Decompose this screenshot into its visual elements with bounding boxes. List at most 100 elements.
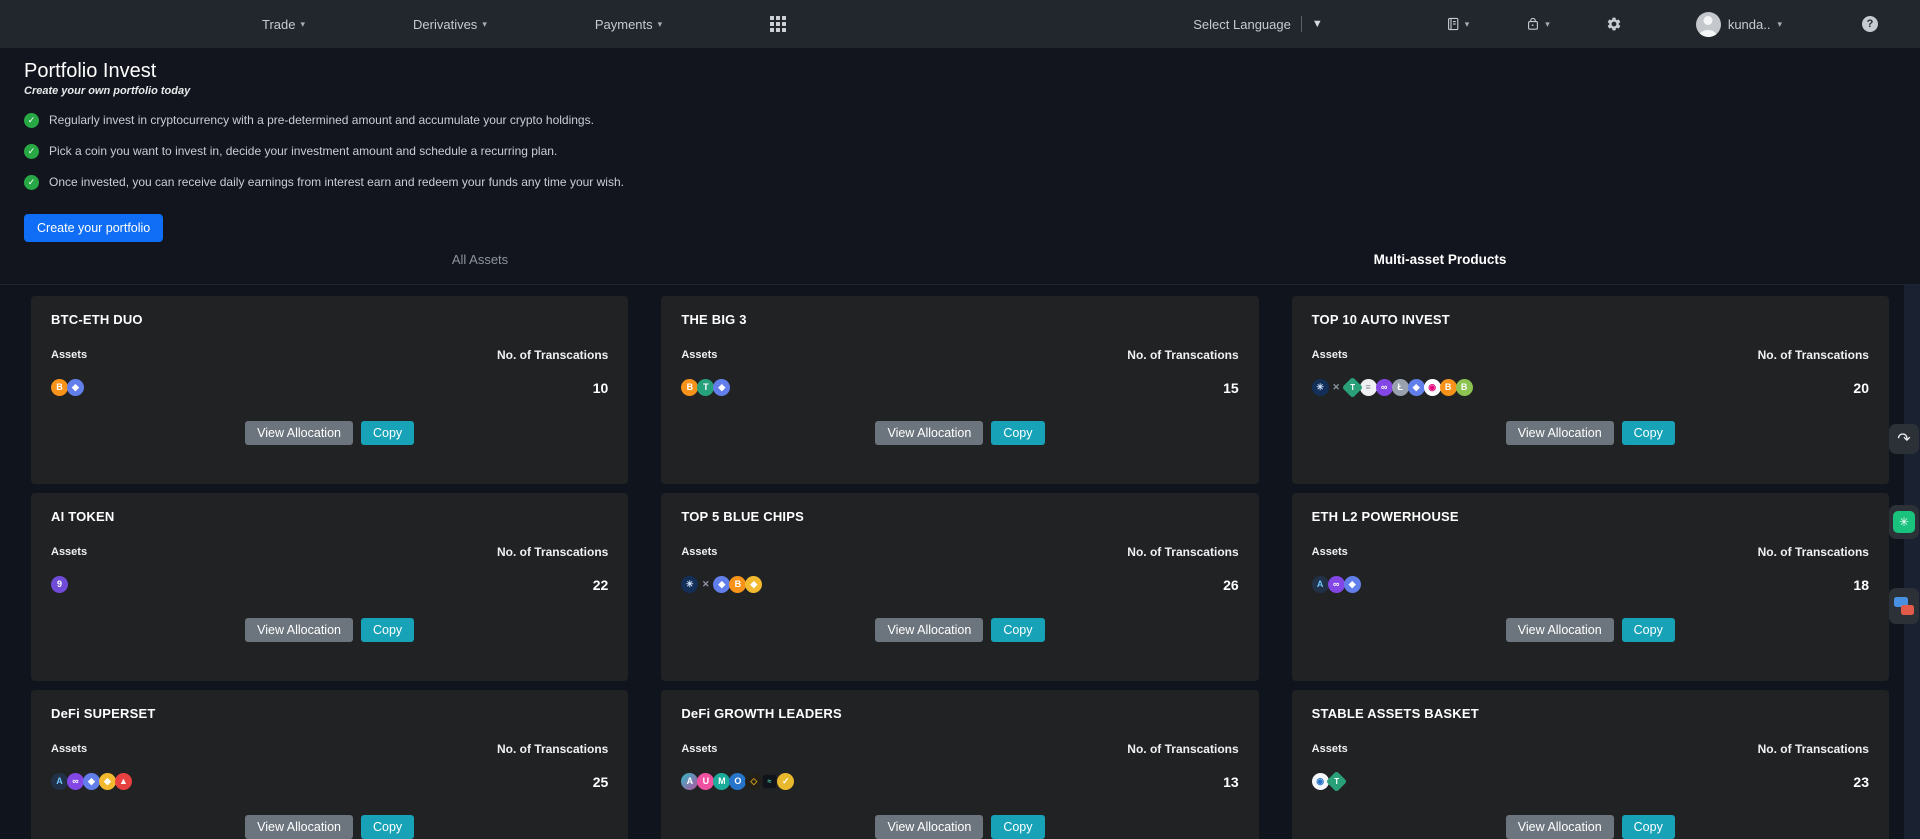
view-allocation-button[interactable]: View Allocation (245, 421, 353, 445)
assets-label: Assets (51, 743, 87, 755)
feature-bullet-text: Once invested, you can receive daily ear… (49, 175, 624, 189)
shopping-bag-icon (1525, 16, 1541, 32)
coin-icons: BT◆ (681, 379, 729, 396)
transactions-count: 18 (1853, 577, 1869, 593)
chatgpt-extension-button[interactable]: ✳ (1889, 505, 1919, 539)
coin-ltc-icon: Ł (1392, 379, 1409, 396)
coin-eth-icon: ◆ (713, 379, 730, 396)
card-title: TOP 10 AUTO INVEST (1312, 312, 1869, 327)
section-heading-multi-asset-products: Multi-asset Products (960, 252, 1920, 267)
portfolio-card: TOP 5 BLUE CHIPS Assets No. of Transcati… (661, 493, 1258, 681)
coin-aave-icon: A (681, 773, 698, 790)
coin-btc-icon: B (729, 576, 746, 593)
view-allocation-button[interactable]: View Allocation (1506, 815, 1614, 839)
coin-eth-icon: ◆ (83, 773, 100, 790)
transactions-label: No. of Transcations (1127, 545, 1238, 559)
coin-icons: ✳✕◆B◆ (681, 576, 761, 593)
portfolio-card: DeFi GROWTH LEADERS Assets No. of Transc… (661, 690, 1258, 839)
chevron-down-icon: ▾ (300, 20, 305, 29)
card-title: DeFi GROWTH LEADERS (681, 706, 1238, 721)
transactions-label: No. of Transcations (1758, 545, 1869, 559)
transactions-count: 26 (1223, 577, 1239, 593)
coin-uni-icon: U (697, 773, 714, 790)
page-title: Portfolio Invest (24, 60, 1896, 83)
create-portfolio-button[interactable]: Create your portfolio (24, 214, 163, 242)
nav-menu-payments-label: Payments (595, 17, 653, 32)
copy-button[interactable]: Copy (991, 815, 1044, 839)
user-menu[interactable]: kunda.. ▾ (1696, 12, 1782, 37)
user-name: kunda.. (1728, 17, 1771, 32)
coin-eth-icon: ◆ (1344, 576, 1361, 593)
coin-bnb-icon: ◆ (745, 576, 762, 593)
coin-bnb-icon: ◆ (99, 773, 116, 790)
assets-label: Assets (1312, 546, 1348, 558)
wallet-menu[interactable]: ▾ (1525, 16, 1550, 32)
coin-btc-icon: B (681, 379, 698, 396)
nav-menu-trade[interactable]: Trade ▾ (262, 17, 305, 32)
view-allocation-button[interactable]: View Allocation (1506, 421, 1614, 445)
view-allocation-button[interactable]: View Allocation (875, 618, 983, 642)
transactions-count: 20 (1853, 380, 1869, 396)
hero-section: Portfolio Invest Create your own portfol… (0, 48, 1920, 285)
view-allocation-button[interactable]: View Allocation (875, 421, 983, 445)
copy-button[interactable]: Copy (991, 618, 1044, 642)
nav-menu-derivatives[interactable]: Derivatives ▾ (413, 17, 487, 32)
feature-bullet-text: Regularly invest in cryptocurrency with … (49, 113, 594, 127)
transactions-label: No. of Transcations (497, 545, 608, 559)
settings-button[interactable] (1606, 16, 1622, 32)
transactions-label: No. of Transcations (1127, 348, 1238, 362)
view-allocation-button[interactable]: View Allocation (245, 815, 353, 839)
copy-button[interactable]: Copy (361, 815, 414, 839)
transactions-label: No. of Transcations (1758, 742, 1869, 756)
transactions-count: 15 (1223, 380, 1239, 396)
nav-menu-payments[interactable]: Payments ▾ (595, 17, 662, 32)
coin-icons: ◉T (1312, 773, 1344, 790)
orders-menu[interactable]: ▾ (1445, 16, 1470, 32)
language-selector-label: Select Language (1193, 17, 1291, 32)
portfolio-card: AI TOKEN Assets No. of Transcations 9 22… (31, 493, 628, 681)
apps-grid-icon[interactable] (770, 16, 786, 32)
coin-ada-icon: ✳ (681, 576, 698, 593)
chat-bubbles-icon (1894, 597, 1914, 615)
coin-matic-icon: ∞ (1376, 379, 1393, 396)
gear-icon (1606, 16, 1622, 32)
coin-icons: A∞◆◆▲ (51, 773, 131, 790)
transactions-label: No. of Transcations (1127, 742, 1238, 756)
chevron-down-icon: ▾ (1545, 20, 1550, 29)
copy-button[interactable]: Copy (1622, 618, 1675, 642)
coin-icons: A∞◆ (1312, 576, 1360, 593)
feature-bullet: ✓ Once invested, you can receive daily e… (24, 173, 1896, 191)
view-allocation-button[interactable]: View Allocation (245, 618, 353, 642)
copy-button[interactable]: Copy (1622, 421, 1675, 445)
portfolio-card: THE BIG 3 Assets No. of Transcations BT◆… (661, 296, 1258, 484)
coin-icons: AUMO◇≈✓ (681, 773, 793, 790)
copy-button[interactable]: Copy (991, 421, 1044, 445)
feature-bullet: ✓ Regularly invest in cryptocurrency wit… (24, 111, 1896, 129)
share-arrow-glyph: ↷ (1897, 429, 1910, 449)
share-arrow-icon[interactable]: ↷ (1889, 424, 1919, 454)
transactions-count: 25 (593, 774, 609, 790)
coin-grt-icon: 9 (51, 576, 68, 593)
view-allocation-button[interactable]: View Allocation (875, 815, 983, 839)
assets-label: Assets (681, 349, 717, 361)
copy-button[interactable]: Copy (1622, 815, 1675, 839)
page-subtitle: Create your own portfolio today (24, 85, 1896, 97)
copy-button[interactable]: Copy (361, 421, 414, 445)
card-title: STABLE ASSETS BASKET (1312, 706, 1869, 721)
language-selector[interactable]: Select Language ▼ (1193, 16, 1322, 32)
chatgpt-icon: ✳ (1893, 511, 1915, 533)
copy-button[interactable]: Copy (361, 618, 414, 642)
chevron-down-icon: ▾ (1465, 20, 1470, 29)
portfolio-card: DeFi SUPERSET Assets No. of Transcations… (31, 690, 628, 839)
assets-label: Assets (681, 743, 717, 755)
feature-bullet-text: Pick a coin you want to invest in, decid… (49, 144, 557, 158)
chat-bubbles-extension-button[interactable] (1889, 588, 1919, 624)
transactions-label: No. of Transcations (1758, 348, 1869, 362)
nav-menu-trade-label: Trade (262, 17, 295, 32)
avatar (1696, 12, 1721, 37)
coin-xrp-icon: ✕ (697, 576, 714, 593)
help-icon[interactable]: ? (1862, 16, 1878, 32)
coin-eth-icon: ◆ (67, 379, 84, 396)
scrollbar[interactable] (1904, 285, 1920, 839)
view-allocation-button[interactable]: View Allocation (1506, 618, 1614, 642)
